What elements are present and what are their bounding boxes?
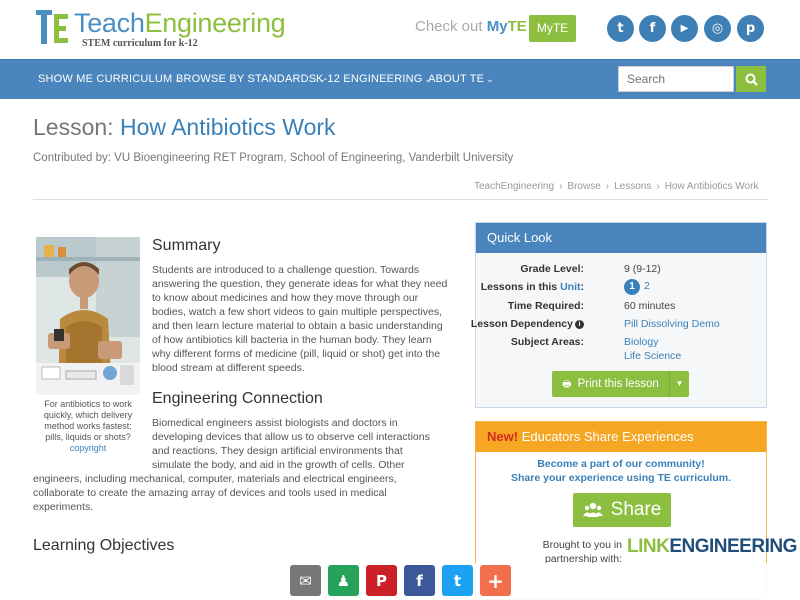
lesson-dependency-link[interactable]: Pill Dissolving Demo: [624, 318, 720, 330]
subject-areas-label: Subject Areas:: [510, 336, 584, 348]
instagram-icon[interactable]: ◎: [704, 15, 731, 42]
logo-tagline: STEM curriculum for k-12: [82, 38, 198, 49]
te-logo-icon: [36, 10, 70, 44]
share-button[interactable]: Share: [573, 493, 671, 527]
engineering-connection-text: Biomedical engineers assist biologists a…: [33, 417, 430, 513]
site-header: TeachEngineering STEM curriculum for k-1…: [0, 0, 800, 58]
quick-look-panel: Quick Look Grade Level: 9 (9-12) Lessons…: [471, 222, 767, 408]
print-lesson-button[interactable]: 🖶 Print this lesson ▼: [552, 371, 689, 397]
title-divider: [33, 199, 768, 200]
summary-text: Students are introduced to a challenge q…: [152, 264, 448, 374]
educators-heading: New! Educators Share Experiences: [476, 422, 766, 452]
grade-level-value: 9 (9-12): [624, 263, 661, 275]
search-input[interactable]: [618, 66, 734, 92]
time-required-label: Time Required:: [507, 300, 584, 312]
teachengineering-logo[interactable]: TeachEngineering STEM curriculum for k-1…: [36, 8, 286, 49]
search-button[interactable]: [736, 66, 766, 92]
users-icon: [582, 502, 603, 517]
logo-wordmark: TeachEngineering: [74, 8, 286, 38]
twitter-share-icon[interactable]: t: [442, 565, 473, 596]
myte-button[interactable]: MyTE: [529, 15, 576, 42]
pinterest-share-icon[interactable]: P: [366, 565, 397, 596]
google-classroom-icon[interactable]: ♟: [328, 565, 359, 596]
nav-about-te[interactable]: ABOUT TE ⌄: [428, 73, 494, 85]
youtube-icon[interactable]: ▶: [671, 15, 698, 42]
linkengineering-logo[interactable]: LINKENGINEERING: [627, 536, 797, 558]
brought-to-you-text: Brought to you in partnership with:: [542, 539, 622, 565]
subject-biology-link[interactable]: Biology: [624, 336, 658, 348]
lessons-in-unit-label: Lessons in this Unit:: [480, 281, 584, 293]
share-bar: ✉ ♟ P f t +: [0, 563, 800, 600]
facebook-icon[interactable]: f: [639, 15, 666, 42]
community-invite-text: Become a part of our community!: [537, 458, 705, 470]
summary-heading: Summary: [152, 237, 221, 254]
nav-k12-engineering[interactable]: K-12 ENGINEERING ⌄: [316, 73, 432, 85]
breadcrumb-browse[interactable]: Browse: [567, 181, 600, 192]
print-options-dropdown[interactable]: ▼: [669, 371, 689, 397]
share-experience-text: Share your experience using TE curriculu…: [511, 472, 731, 484]
quick-look-heading: Quick Look: [476, 223, 766, 253]
lesson-2-link[interactable]: 2: [644, 280, 650, 292]
contributed-by: Contributed by: VU Bioengineering RET Pr…: [33, 152, 514, 164]
page-title: Lesson: How Antibiotics Work: [33, 114, 336, 140]
learning-objectives-heading: Learning Objectives: [33, 537, 175, 554]
grade-level-label: Grade Level:: [520, 263, 584, 275]
print-icon: 🖶: [562, 379, 572, 390]
info-icon[interactable]: i: [575, 319, 584, 329]
nav-show-me-curriculum[interactable]: SHOW ME CURRICULUM ⌄: [38, 73, 182, 85]
lesson-dependency-label: Lesson Dependency i: [471, 318, 584, 330]
more-share-icon[interactable]: +: [480, 565, 511, 596]
main-nav: SHOW ME CURRICULUM ⌄ BROWSE BY STANDARDS ⌄…: [0, 59, 800, 99]
nav-browse-by-standards[interactable]: BROWSE BY STANDARDS ⌄: [176, 73, 326, 85]
unit-link[interactable]: Unit: [560, 281, 580, 293]
unit-lessons: 12: [624, 279, 650, 295]
twitter-icon[interactable]: t: [607, 15, 634, 42]
breadcrumb-lessons[interactable]: Lessons: [614, 181, 651, 192]
pinterest-icon[interactable]: p: [737, 15, 764, 42]
checkout-myte-text: Check out MyTE: [415, 18, 527, 35]
chevron-down-icon: ⌄: [486, 74, 494, 84]
breadcrumb-current: How Antibiotics Work: [664, 181, 759, 192]
breadcrumb-home[interactable]: TeachEngineering: [474, 181, 554, 192]
breadcrumb: TeachEngineering › Browse › Lessons › How Anti…: [474, 181, 759, 192]
lesson-1-badge: 1: [624, 279, 640, 295]
lesson-photo[interactable]: [36, 237, 140, 395]
email-icon[interactable]: ✉: [290, 565, 321, 596]
subject-life-science-link[interactable]: Life Science: [624, 350, 681, 362]
search-icon: [745, 73, 758, 86]
time-required-value: 60 minutes: [624, 300, 676, 312]
facebook-share-icon[interactable]: f: [404, 565, 435, 596]
engineering-connection-heading: Engineering Connection: [152, 390, 323, 407]
